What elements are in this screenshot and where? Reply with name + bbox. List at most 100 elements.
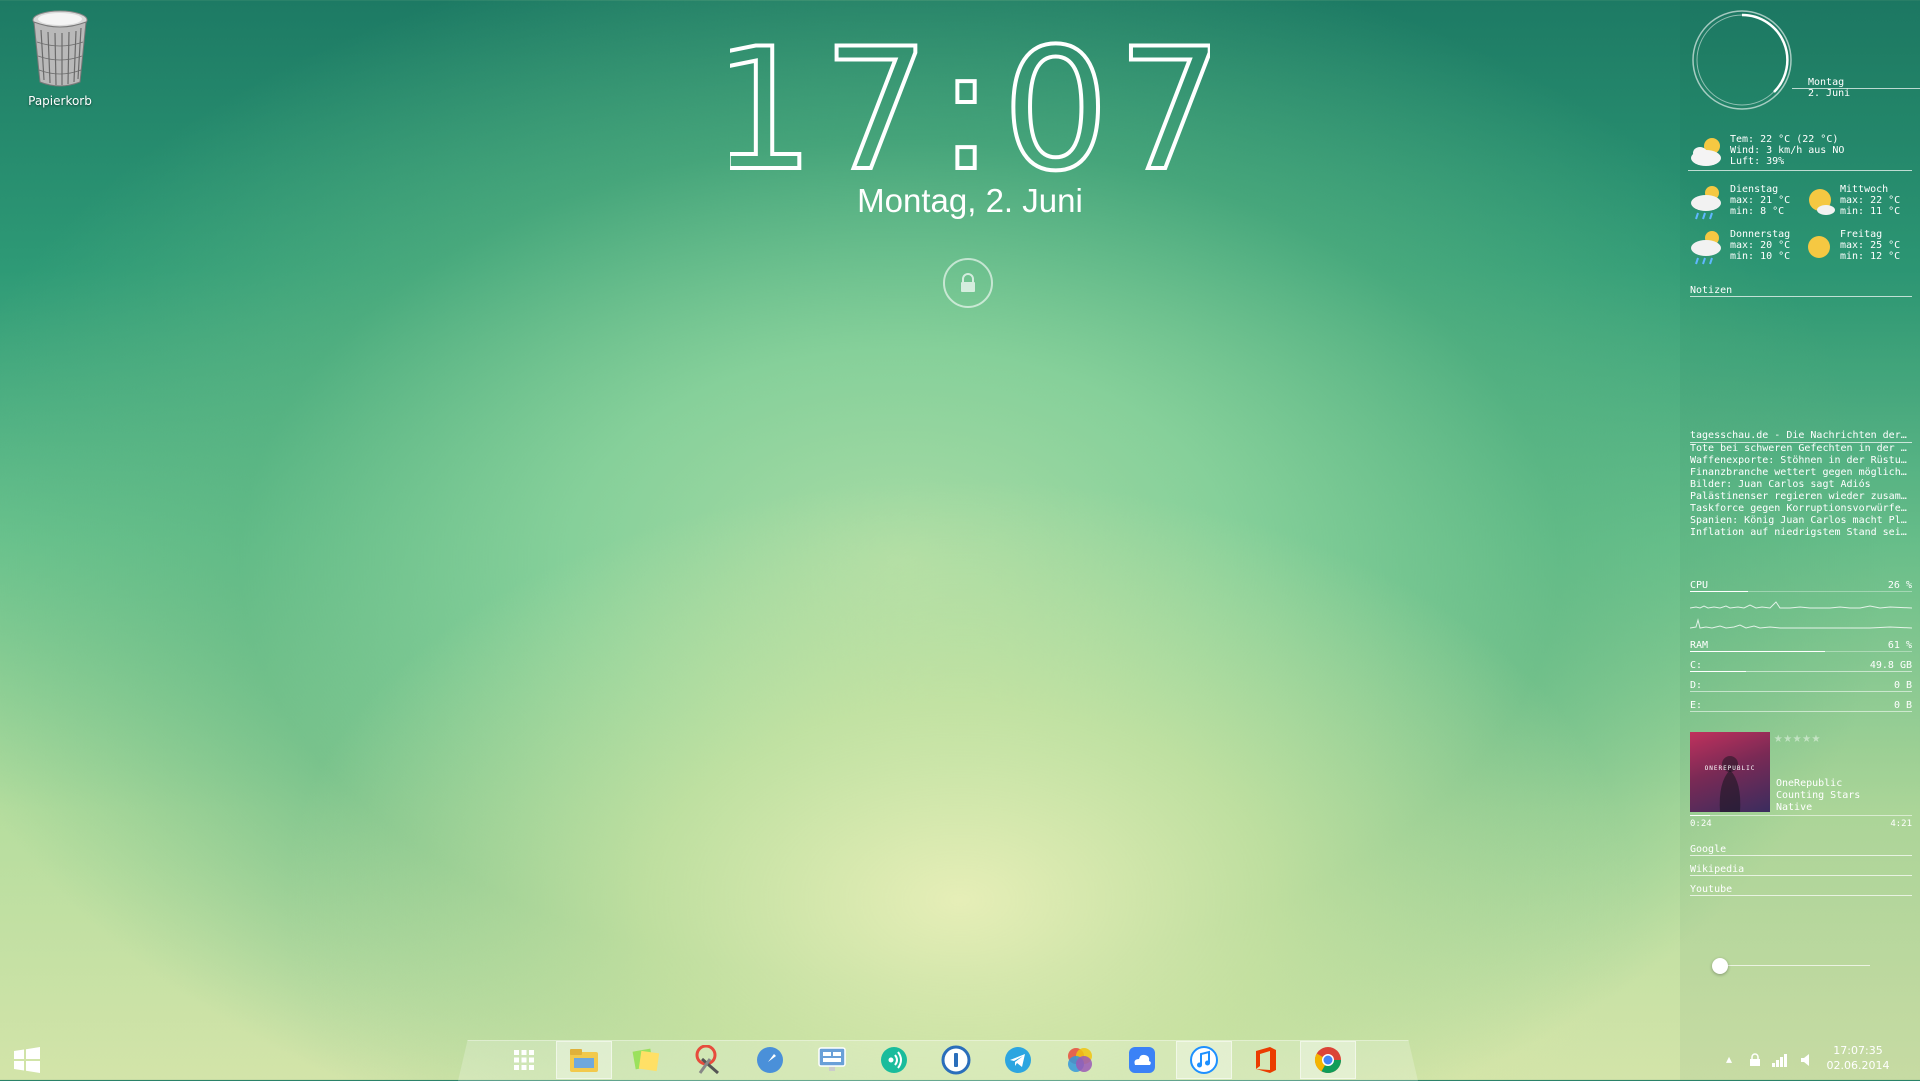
divider bbox=[1690, 895, 1912, 896]
star-icon[interactable]: ★ bbox=[1783, 730, 1792, 746]
picasa-icon[interactable] bbox=[1052, 1041, 1108, 1079]
icloud-icon[interactable] bbox=[1114, 1041, 1170, 1079]
forecast-max: max: 25 °C bbox=[1840, 240, 1901, 251]
network-signal-icon[interactable] bbox=[1772, 1052, 1788, 1071]
news-item[interactable]: Waffenexporte: Stöhnen in der Rüstungsb.… bbox=[1690, 455, 1912, 467]
show-hidden-icons-chevron-icon[interactable]: ▴ bbox=[1726, 1052, 1732, 1066]
sticky-notes-icon[interactable] bbox=[618, 1041, 674, 1079]
news-item[interactable]: Finanzbranche wettert gegen mögliche EZ.… bbox=[1690, 467, 1912, 479]
rocket-launcher-icon[interactable] bbox=[742, 1041, 798, 1079]
snipping-tool-icon[interactable] bbox=[680, 1041, 736, 1079]
audio-app-icon[interactable] bbox=[866, 1041, 922, 1079]
track-artist: OneRepublic bbox=[1776, 778, 1843, 789]
clock-time: 17:07 bbox=[730, 30, 1210, 180]
track-progress-track[interactable] bbox=[1690, 815, 1912, 816]
forecast-day: Mittwoch bbox=[1840, 184, 1889, 195]
news-item[interactable]: Tote bei schweren Gefechten in der Ostu.… bbox=[1690, 443, 1912, 455]
windows-start-button[interactable] bbox=[12, 1045, 42, 1079]
clock-date: Montag, 2. Juni bbox=[857, 182, 1083, 219]
recycle-bin-desktop-icon[interactable]: Papierkorb bbox=[18, 6, 102, 108]
drive-value: 0 B bbox=[1893, 680, 1912, 691]
speaker-volume-icon[interactable] bbox=[1800, 1052, 1812, 1071]
taskbar-time: 17:07:35 bbox=[1833, 1044, 1883, 1057]
cpu-bar-fill bbox=[1690, 591, 1748, 592]
rating-stars[interactable]: ★★★★★ bbox=[1774, 730, 1821, 746]
notes-label[interactable]: Notizen bbox=[1690, 285, 1732, 296]
forecast-min: min: 10 °C bbox=[1730, 251, 1791, 262]
forecast-day: Donnerstag bbox=[1730, 229, 1791, 240]
drive-bar-track bbox=[1690, 671, 1912, 672]
taskbar-date: 02.06.2014 bbox=[1826, 1059, 1890, 1072]
volume-slider-track[interactable] bbox=[1720, 965, 1870, 966]
news-source[interactable]: tagesschau.de - Die Nachrichten der ARD bbox=[1690, 430, 1912, 441]
forecast-max: max: 21 °C bbox=[1730, 195, 1791, 206]
divider bbox=[1690, 875, 1912, 876]
divider bbox=[1690, 855, 1912, 856]
drive-value: 49.8 GB bbox=[1869, 660, 1912, 671]
news-item[interactable]: Bilder: Juan Carlos sagt Adiós bbox=[1690, 479, 1912, 491]
drive-label: C: bbox=[1690, 660, 1703, 671]
cpu-graph bbox=[1689, 598, 1913, 632]
telegram-icon[interactable] bbox=[990, 1041, 1046, 1079]
partly-cloudy-icon bbox=[1688, 134, 1728, 171]
weather-current-temp: Tem: 22 °C (22 °C) bbox=[1730, 134, 1839, 145]
forecast-day: Freitag bbox=[1840, 229, 1883, 240]
recycle-bin-label: Papierkorb bbox=[28, 94, 92, 108]
link-youtube[interactable]: Youtube bbox=[1690, 884, 1732, 895]
lock-button[interactable] bbox=[943, 258, 993, 308]
office-icon[interactable] bbox=[1238, 1041, 1294, 1079]
star-icon[interactable]: ★ bbox=[1802, 730, 1811, 746]
chrome-icon[interactable] bbox=[1300, 1041, 1356, 1079]
sun-icon bbox=[1804, 232, 1834, 265]
security-lock-icon[interactable] bbox=[1749, 1052, 1761, 1071]
calendar-date: 2. Juni bbox=[1808, 88, 1851, 99]
divider bbox=[1688, 170, 1912, 171]
news-item[interactable]: Spanien: König Juan Carlos macht Platz f… bbox=[1690, 515, 1912, 527]
news-item[interactable]: Taskforce gegen Korruptionsvorwürfe am..… bbox=[1690, 503, 1912, 515]
taskbar-clock[interactable]: 17:07:35 02.06.2014 bbox=[1818, 1043, 1898, 1073]
track-elapsed: 0:24 bbox=[1690, 819, 1712, 829]
divider bbox=[1792, 88, 1920, 89]
ram-label: RAM bbox=[1690, 640, 1709, 651]
remote-desktop-icon[interactable] bbox=[804, 1041, 860, 1079]
lock-icon bbox=[961, 273, 975, 292]
forecast-max: max: 22 °C bbox=[1840, 195, 1901, 206]
link-google[interactable]: Google bbox=[1690, 844, 1726, 855]
itunes-icon[interactable] bbox=[1176, 1041, 1232, 1079]
drive-bar-track bbox=[1690, 711, 1912, 712]
ram-bar-track bbox=[1690, 651, 1912, 652]
news-list: Tote bei schweren Gefechten in der Ostu.… bbox=[1690, 443, 1912, 539]
rain-cloud-icon bbox=[1688, 228, 1726, 271]
drive-label: E: bbox=[1690, 700, 1703, 711]
track-album: Native bbox=[1776, 802, 1813, 813]
ram-value: 61 % bbox=[1887, 640, 1912, 651]
trash-bin-icon bbox=[29, 6, 91, 90]
calendar-weekday: Montag bbox=[1808, 77, 1845, 88]
file-explorer-icon[interactable] bbox=[556, 1041, 612, 1079]
calendar-ring-widget bbox=[1690, 8, 1794, 112]
apps-grid-icon[interactable] bbox=[496, 1041, 552, 1079]
volume-slider-thumb[interactable] bbox=[1712, 958, 1728, 974]
clock-time-digits: 17:07 bbox=[730, 30, 1210, 180]
cpu-value: 26 % bbox=[1887, 580, 1912, 591]
album-art-text: ONEREPUBLIC bbox=[1704, 765, 1756, 772]
windows-logo-icon bbox=[14, 1047, 40, 1073]
password-manager-icon[interactable] bbox=[928, 1041, 984, 1079]
album-art[interactable]: ONEREPUBLIC bbox=[1690, 732, 1770, 812]
notes-area[interactable] bbox=[1690, 300, 1912, 428]
forecast-min: min: 11 °C bbox=[1840, 206, 1901, 217]
drive-label: D: bbox=[1690, 680, 1703, 691]
track-title: Counting Stars bbox=[1776, 790, 1861, 801]
ram-bar-fill bbox=[1690, 651, 1826, 652]
track-progress-fill bbox=[1690, 815, 1710, 816]
track-duration: 4:21 bbox=[1890, 819, 1912, 829]
news-item[interactable]: Inflation auf niedrigstem Stand seit 201… bbox=[1690, 527, 1912, 539]
cpu-bar-track bbox=[1690, 591, 1912, 592]
lockscreen-clock: 17:07 Montag, 2. Juni bbox=[730, 30, 1210, 220]
star-icon[interactable]: ★ bbox=[1793, 730, 1802, 746]
drive-bar-track bbox=[1690, 691, 1912, 692]
forecast-min: min: 8 °C bbox=[1730, 206, 1785, 217]
star-icon[interactable]: ★ bbox=[1812, 730, 1821, 746]
link-wikipedia[interactable]: Wikipedia bbox=[1690, 864, 1744, 875]
news-item[interactable]: Palästinenser regieren wieder zusammen bbox=[1690, 491, 1912, 503]
